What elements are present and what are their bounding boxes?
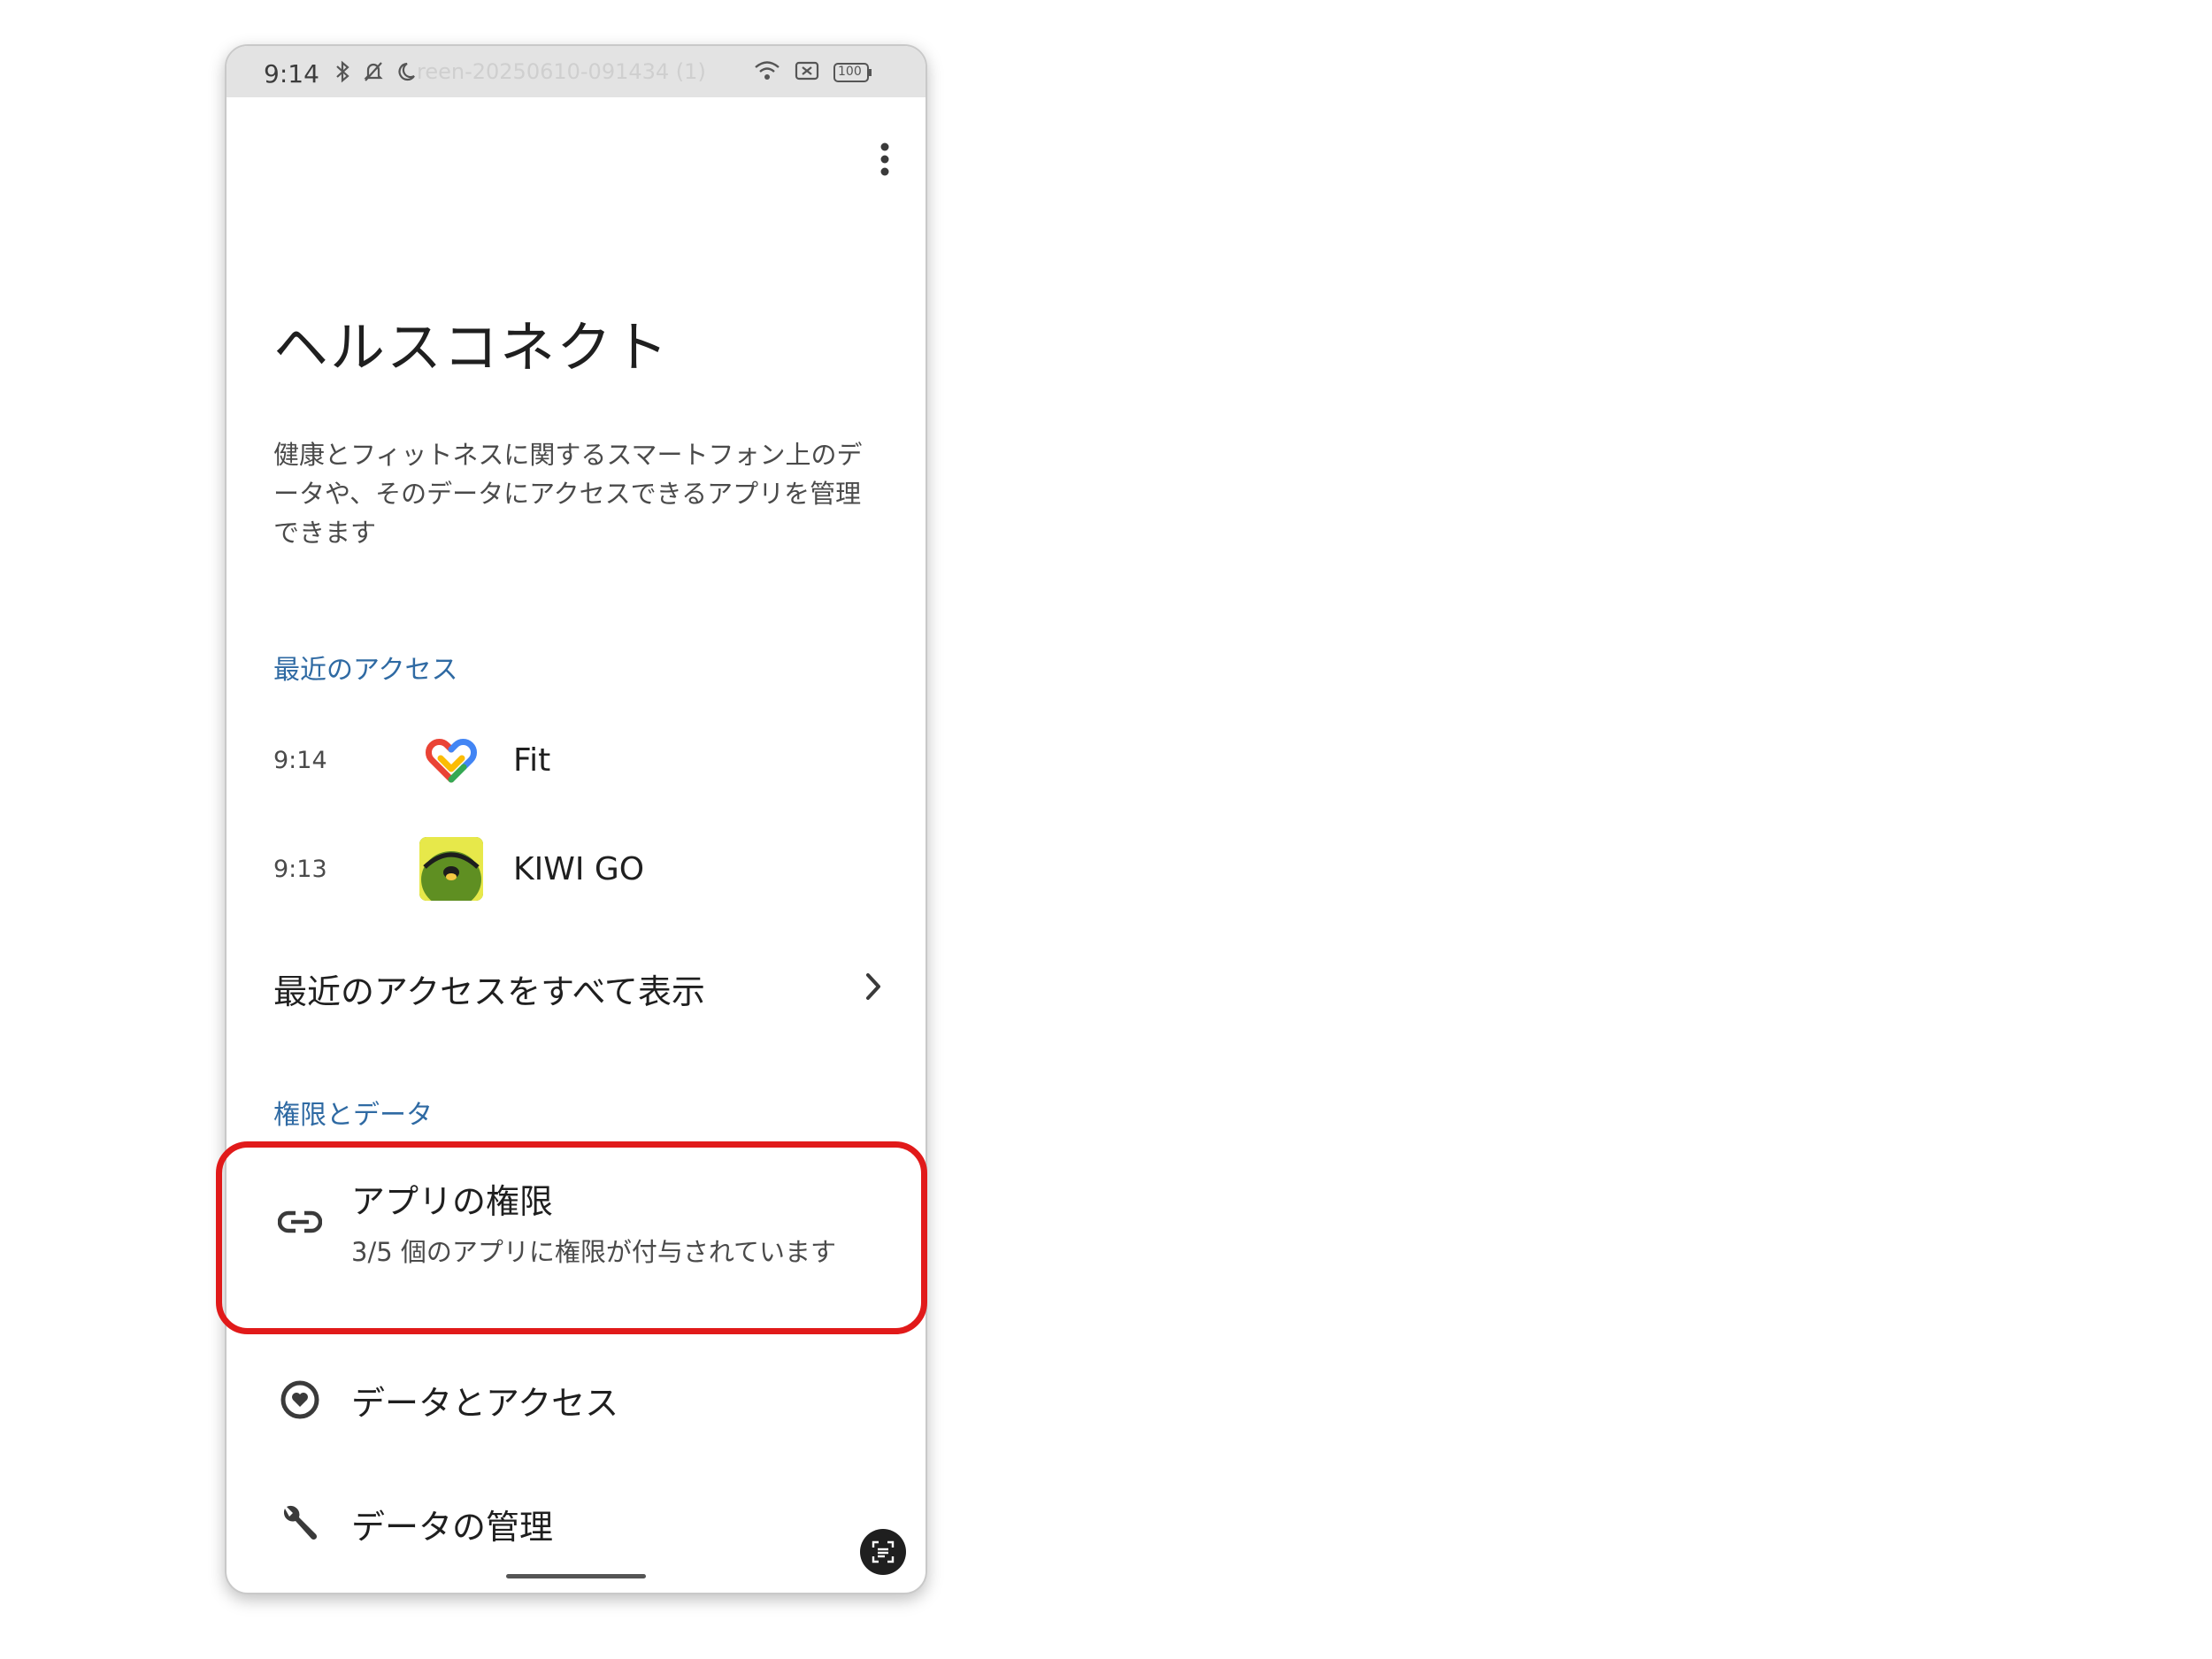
status-icons-left	[334, 60, 416, 87]
page-title: ヘルスコネクト	[273, 315, 671, 380]
bell-off-icon	[363, 60, 384, 87]
home-gesture-bar[interactable]	[506, 1574, 646, 1578]
more-vert-icon[interactable]	[874, 142, 895, 184]
access-time: 9:13	[273, 855, 327, 883]
screen-search-icon[interactable]	[860, 1529, 906, 1575]
google-fit-icon	[419, 728, 483, 792]
section-permissions-data: 権限とデータ	[273, 1100, 433, 1131]
list-item[interactable]: 9:14 Fit	[273, 720, 884, 800]
list-item[interactable]: 9:13 KIWI GO	[273, 829, 884, 909]
chevron-right-icon	[863, 972, 884, 1005]
view-all-label: 最近のアクセスをすべて表示	[273, 972, 705, 1011]
kiwi-go-icon	[419, 837, 483, 901]
manage-data-title: データの管理	[351, 1507, 554, 1547]
section-recent-access: 最近のアクセス	[273, 655, 458, 686]
moon-icon	[395, 60, 416, 87]
highlight-annotation	[216, 1141, 927, 1334]
status-time: 9:14	[264, 59, 319, 88]
battery-level: 100	[838, 65, 862, 79]
wrench-icon	[273, 1497, 326, 1550]
bluetooth-icon	[334, 60, 352, 87]
phone-screen: 9:14 reen-20250610-091434 (1) 100 ヘルスコネク…	[225, 44, 927, 1594]
view-all-recent-access-button[interactable]: 最近のアクセスをすべて表示	[273, 957, 884, 1019]
data-and-access-title: データとアクセス	[351, 1383, 619, 1423]
access-time: 9:14	[273, 746, 327, 774]
access-app-name: Fit	[513, 741, 551, 779]
page-description: 健康とフィットネスに関するスマートフォン上のデータや、そのデータにアクセスできる…	[273, 440, 863, 548]
battery-icon: 100	[833, 62, 872, 83]
wifi-icon	[754, 60, 780, 85]
data-and-access-item[interactable]: データとアクセス	[273, 1373, 884, 1426]
data-access-icon	[273, 1373, 326, 1426]
access-app-name: KIWI GO	[513, 850, 645, 887]
status-bar: 9:14 reen-20250610-091434 (1) 100	[227, 46, 926, 97]
sim-off-icon	[795, 60, 819, 85]
manage-data-item[interactable]: データの管理	[273, 1497, 884, 1550]
screenshot-filename-overlay: reen-20250610-091434 (1)	[417, 59, 706, 84]
status-icons-right: 100	[754, 60, 872, 85]
